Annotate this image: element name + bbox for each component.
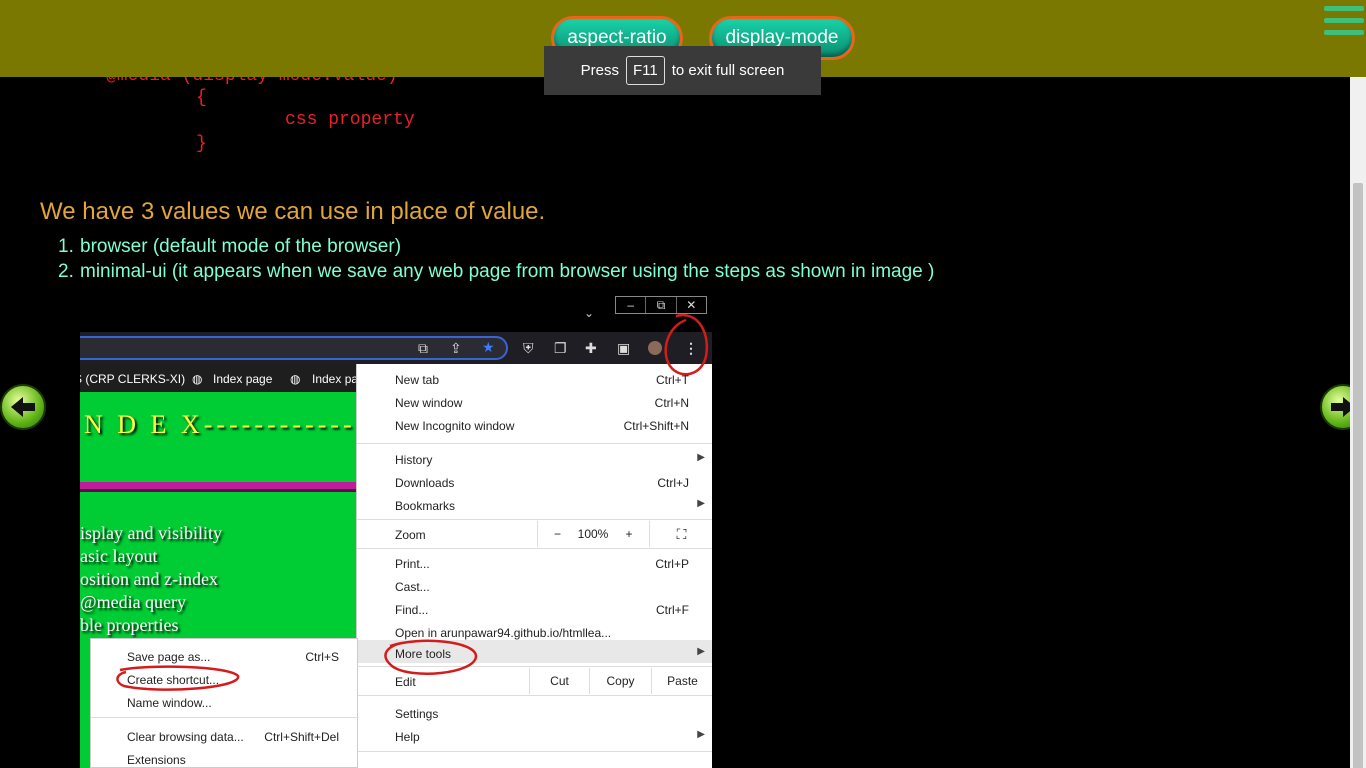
browser-menu-screenshot: ⌄ – ⧉ ✕ ⧉ ⇪ ★ ⛨ ❐ ✚ ▣ ⋮ S (CRP CLERKS-XI… (80, 296, 712, 768)
bookmark-item: Index page (213, 372, 273, 386)
puzzle-icon: ✚ (585, 340, 597, 356)
menu-separator (357, 751, 712, 752)
bookmarks-bar: S (CRP CLERKS-XI) ◍ Index page ◍ Index p… (80, 364, 360, 392)
sidepanel-icon: ▣ (617, 340, 631, 356)
menu-separator (357, 548, 712, 549)
code-close-brace: } (196, 134, 207, 154)
menu-item-settings: Settings (395, 707, 439, 721)
menu-item-help: Help ▶ (395, 729, 705, 744)
menu-item-history: History ▶ (395, 452, 705, 467)
menu-item-zoom: Zoom − 100% + ⛶ (357, 521, 712, 547)
close-icon: ✕ (686, 298, 697, 312)
shield-icon: ⛨ (523, 340, 534, 356)
fullscreen-notice: Press F11 to exit full screen (544, 46, 821, 95)
code-css-property: css property (285, 110, 415, 130)
menu-separator (357, 443, 712, 444)
section-heading: We have 3 values we can use in place of … (40, 198, 546, 225)
more-tools-submenu: Save page as... Ctrl+S Create shortcut...… (90, 638, 359, 768)
restore-icon: ⧉ (646, 297, 677, 313)
minimize-icon: – (616, 297, 647, 313)
menu-item-new-window: New window Ctrl+N (395, 396, 689, 410)
window-controls: – ⧉ ✕ (615, 296, 707, 314)
bookmark-item: Index pa (312, 372, 359, 386)
menu-item-create-shortcut: Create shortcut... (127, 673, 220, 687)
index-entries: isplay and visibility asic layout ositio… (80, 523, 222, 635)
copy-icon: ❐ (554, 340, 567, 356)
menu-separator (357, 695, 712, 696)
share-icon: ⇪ (450, 340, 462, 356)
menu-item-more-tools: More tools ▶ (357, 640, 712, 663)
f11-key: F11 (626, 56, 665, 85)
avatar (648, 341, 662, 355)
window-titlebar: ⌄ – ⧉ ✕ (80, 296, 712, 332)
browser-toolbar: ⧉ ⇪ ★ ⛨ ❐ ✚ ▣ ⋮ (80, 332, 712, 364)
globe-icon: ◍ (290, 372, 301, 386)
menu-item-downloads: Downloads Ctrl+J (395, 476, 689, 490)
bookmark-item: S (CRP CLERKS-XI) (80, 372, 186, 386)
fullscreen-icon: ⛶ (649, 521, 712, 547)
menu-item-clear-data: Clear browsing data... Ctrl+Shift+Del (127, 730, 339, 744)
menu-item-print: Print... Ctrl+P (395, 557, 689, 571)
address-bar: ⧉ ⇪ ★ (80, 336, 508, 360)
menu-separator (357, 666, 712, 667)
vertical-scrollbar[interactable] (1350, 77, 1366, 768)
chrome-main-menu: New tab Ctrl+T New window Ctrl+N New Incog… (356, 364, 712, 768)
list-item: 1. browser (default mode of the browser) (58, 236, 402, 257)
menu-item-edit: Edit Cut Copy Paste (357, 668, 712, 694)
open-external-icon: ⧉ (418, 340, 428, 356)
menu-item-extensions: Extensions (127, 753, 186, 767)
scrollbar-thumb[interactable] (1353, 183, 1363, 768)
code-open-brace: { (196, 88, 207, 108)
menu-item-cast: Cast... (395, 580, 430, 594)
menu-item-save-page: Save page as... Ctrl+S (127, 650, 339, 664)
index-title: N D E X-------------- (84, 410, 381, 439)
menu-item-find: Find... Ctrl+F (395, 603, 689, 617)
values-list: 1. browser (default mode of the browser) … (58, 236, 934, 286)
menu-item-name-window: Name window... (127, 696, 212, 710)
list-item: 2. minimal-ui (it appears when we save an… (58, 261, 935, 282)
menu-item-new-tab: New tab Ctrl+T (395, 373, 689, 387)
arrow-left-icon (11, 397, 35, 417)
chevron-down-icon: ⌄ (584, 306, 595, 320)
previous-page-button[interactable] (0, 384, 46, 430)
menu-separator (357, 519, 712, 520)
divider (80, 482, 356, 492)
globe-icon: ◍ (192, 372, 203, 386)
star-icon: ★ (482, 339, 495, 355)
menu-item-bookmarks: Bookmarks ▶ (395, 498, 705, 513)
menu-item-new-incognito: New Incognito window Ctrl+Shift+N (395, 419, 689, 433)
menu-separator (91, 717, 359, 718)
kebab-menu-icon: ⋮ (684, 340, 698, 356)
hamburger-menu-icon[interactable] (1324, 6, 1364, 42)
